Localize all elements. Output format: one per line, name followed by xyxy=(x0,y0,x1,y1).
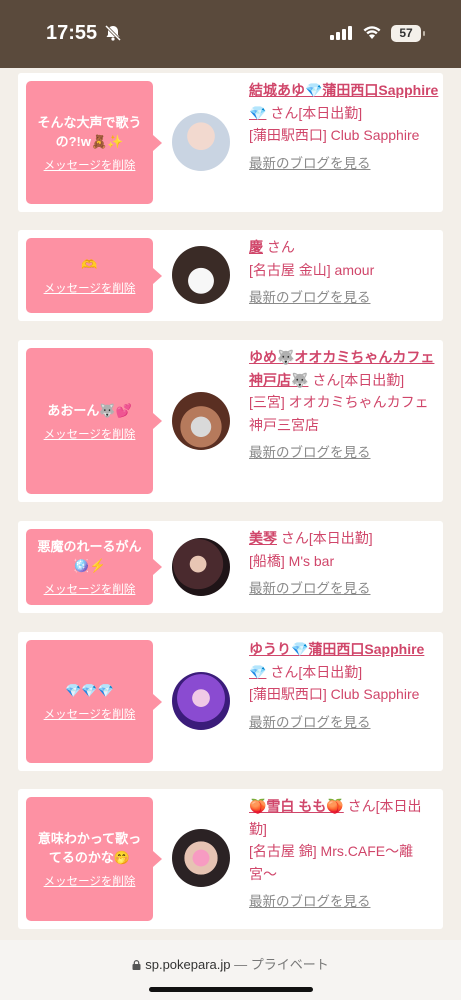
latest-blog-link[interactable]: 最新のブログを見る xyxy=(249,153,439,176)
message-text: 悪魔のれーるがん🪩⚡ xyxy=(37,539,142,573)
avatar[interactable] xyxy=(172,829,230,887)
message-bubble: そんな大声で歌うの?!w🧸✨ メッセージを削除 xyxy=(26,81,162,204)
delete-message-link[interactable]: メッセージを削除 xyxy=(44,157,136,173)
latest-blog-link[interactable]: 最新のブログを見る xyxy=(249,442,439,465)
shop-name: [蒲田駅西口] Club Sapphire xyxy=(249,127,420,143)
cellular-signal-icon xyxy=(330,26,352,40)
cast-name-link[interactable]: 慶 xyxy=(249,239,263,255)
delete-message-link[interactable]: メッセージを削除 xyxy=(44,706,136,722)
avatar[interactable] xyxy=(172,672,230,730)
message-bubble: 悪魔のれーるがん🪩⚡ メッセージを削除 xyxy=(26,529,162,605)
cast-status: さん[本日出勤] xyxy=(280,530,373,546)
latest-blog-link[interactable]: 最新のブログを見る xyxy=(249,578,439,601)
delete-message-link[interactable]: メッセージを削除 xyxy=(44,581,136,597)
wifi-icon xyxy=(363,26,381,39)
private-mode-label: — プライベート xyxy=(234,957,329,972)
cast-name-link[interactable]: 🍑雪白 もも🍑 xyxy=(249,798,344,814)
status-time: 17:55 xyxy=(46,22,98,44)
message-bubble: 💎💎💎 メッセージを削除 xyxy=(26,640,162,763)
latest-blog-link[interactable]: 最新のブログを見る xyxy=(249,287,439,310)
favorite-card: 悪魔のれーるがん🪩⚡ メッセージを削除 美琴 さん[本日出勤] [船橋] M's… xyxy=(18,521,443,613)
url-text: sp.pokepara.jp xyxy=(145,957,231,972)
avatar[interactable] xyxy=(172,113,230,171)
cast-status: さん xyxy=(266,239,295,255)
lock-icon xyxy=(132,960,141,970)
delete-message-link[interactable]: メッセージを削除 xyxy=(44,426,136,442)
status-bar: 17:55 57 xyxy=(0,0,461,68)
message-bubble: 意味わかって歌ってるのかな🤭 メッセージを削除 xyxy=(26,797,162,921)
cast-status: さん[本日出勤] xyxy=(270,663,363,680)
delete-message-link[interactable]: メッセージを削除 xyxy=(44,280,136,296)
url-display[interactable]: sp.pokepara.jp — プライベート xyxy=(0,954,461,973)
favorite-card: そんな大声で歌うの?!w🧸✨ メッセージを削除 結城あゆ💎蒲田西口Sapphir… xyxy=(18,73,443,212)
message-text: 意味わかって歌ってるのかな🤭 xyxy=(37,831,142,865)
avatar[interactable] xyxy=(172,246,230,304)
bell-muted-icon xyxy=(104,24,122,42)
shop-name: [三宮] オオカミちゃんカフェ神戸三宮店 xyxy=(249,394,429,433)
cast-status: さん[本日出勤] xyxy=(270,104,363,121)
message-bubble: あおーん🐺💕 メッセージを削除 xyxy=(26,348,162,494)
cast-status: さん[本日出勤] xyxy=(312,371,405,388)
latest-blog-link[interactable]: 最新のブログを見る xyxy=(249,712,439,735)
shop-name: [名古屋 金山] amour xyxy=(249,261,375,278)
latest-blog-link[interactable]: 最新のブログを見る xyxy=(249,891,439,914)
message-text: あおーん🐺💕 xyxy=(47,402,132,418)
shop-name: [名古屋 錦] Mrs.CAFE〜離宮〜 xyxy=(249,843,414,882)
favorite-card: 意味わかって歌ってるのかな🤭 メッセージを削除 🍑雪白 もも🍑 さん[本日出勤]… xyxy=(18,789,443,929)
avatar[interactable] xyxy=(172,538,230,596)
delete-message-link[interactable]: メッセージを削除 xyxy=(44,873,136,889)
message-text: 🫶 xyxy=(81,257,98,272)
message-text: そんな大声で歌うの?!w🧸✨ xyxy=(37,114,142,149)
favorite-card: 💎💎💎 メッセージを削除 ゆうり💎蒲田西口Sapphire💎 さん[本日出勤] … xyxy=(18,632,443,771)
cast-name-link[interactable]: 美琴 xyxy=(249,530,277,546)
favorite-card: あおーん🐺💕 メッセージを削除 ゆめ🐺オオカミちゃんカフェ神戸店🐺 さん[本日出… xyxy=(18,340,443,502)
shop-name: [船橋] M's bar xyxy=(249,552,335,569)
message-bubble: 🫶 メッセージを削除 xyxy=(26,238,162,313)
avatar[interactable] xyxy=(172,392,230,450)
favorite-card: 🫶 メッセージを削除 慶 さん [名古屋 金山] amour 最新のブログを見る xyxy=(18,230,443,321)
home-indicator[interactable] xyxy=(149,987,313,992)
message-text: 💎💎💎 xyxy=(65,683,114,698)
battery-icon: 57 xyxy=(391,25,425,42)
shop-name: [蒲田駅西口] Club Sapphire xyxy=(249,686,420,702)
